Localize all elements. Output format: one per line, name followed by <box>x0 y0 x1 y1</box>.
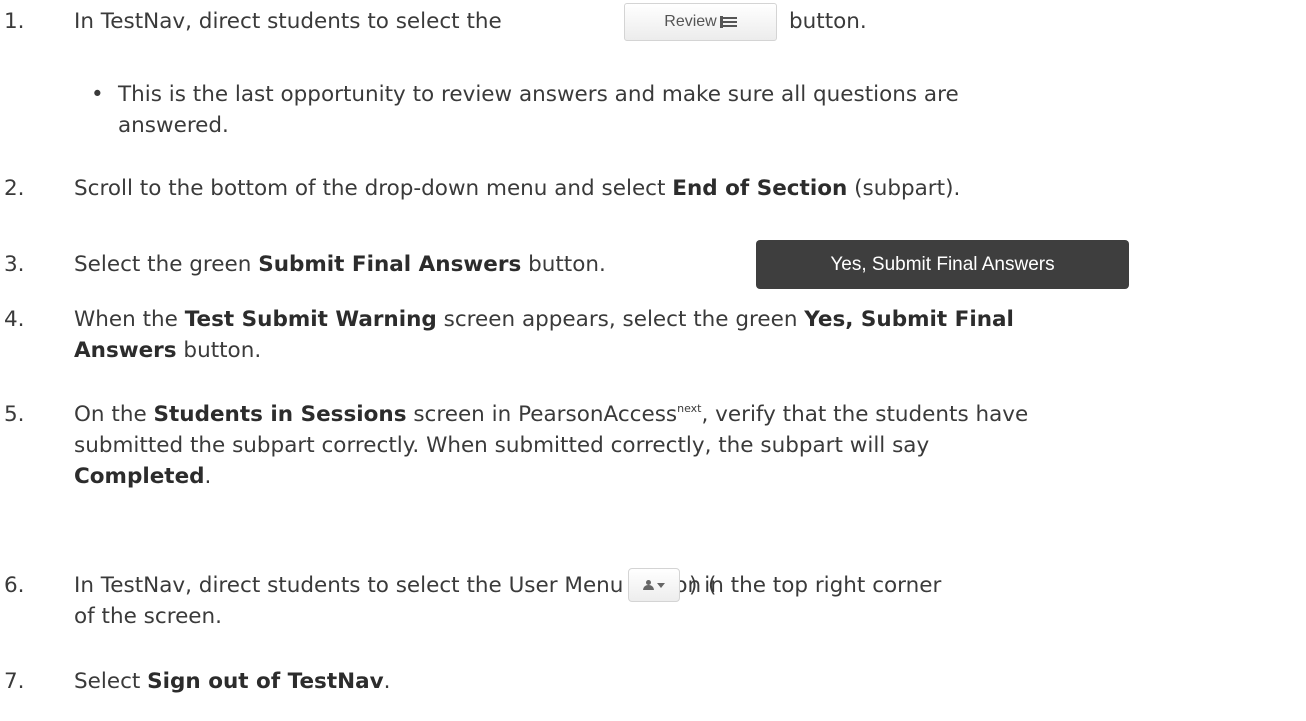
step-text: Select the green Submit Final Answers bu… <box>74 252 606 277</box>
step-number: 7. <box>4 669 25 694</box>
step-text-after: ) in the top right corner <box>689 573 942 598</box>
step-text: In TestNav, direct students to select th… <box>74 573 717 598</box>
step-number: 3. <box>4 252 25 277</box>
step-number: 6. <box>4 573 25 598</box>
bullet-text-cont: answered. <box>118 113 229 138</box>
review-button-image: Review <box>624 3 777 41</box>
step-text: Scroll to the bottom of the drop-down me… <box>74 176 961 201</box>
user-menu-button-image <box>628 568 680 602</box>
bullet-text: This is the last opportunity to review a… <box>118 82 959 107</box>
next-superscript: next <box>677 402 702 415</box>
step-text-after: button. <box>789 9 867 34</box>
step-number: 1. <box>4 9 25 34</box>
list-icon <box>719 16 737 28</box>
step-text: Select Sign out of TestNav. <box>74 669 391 694</box>
step-text: On the Students in Sessions screen in Pe… <box>74 402 1029 427</box>
user-icon <box>643 579 654 591</box>
step-text: In TestNav, direct students to select th… <box>74 9 502 34</box>
caret-down-icon <box>657 582 665 588</box>
submit-final-answers-button-image: Yes, Submit Final Answers <box>756 240 1129 289</box>
review-button-label: Review <box>664 13 717 30</box>
step-number: 2. <box>4 176 25 201</box>
step-number: 5. <box>4 402 25 427</box>
step-text: When the Test Submit Warning screen appe… <box>74 307 1014 332</box>
bullet-symbol: • <box>91 82 104 107</box>
step-number: 4. <box>4 307 25 332</box>
